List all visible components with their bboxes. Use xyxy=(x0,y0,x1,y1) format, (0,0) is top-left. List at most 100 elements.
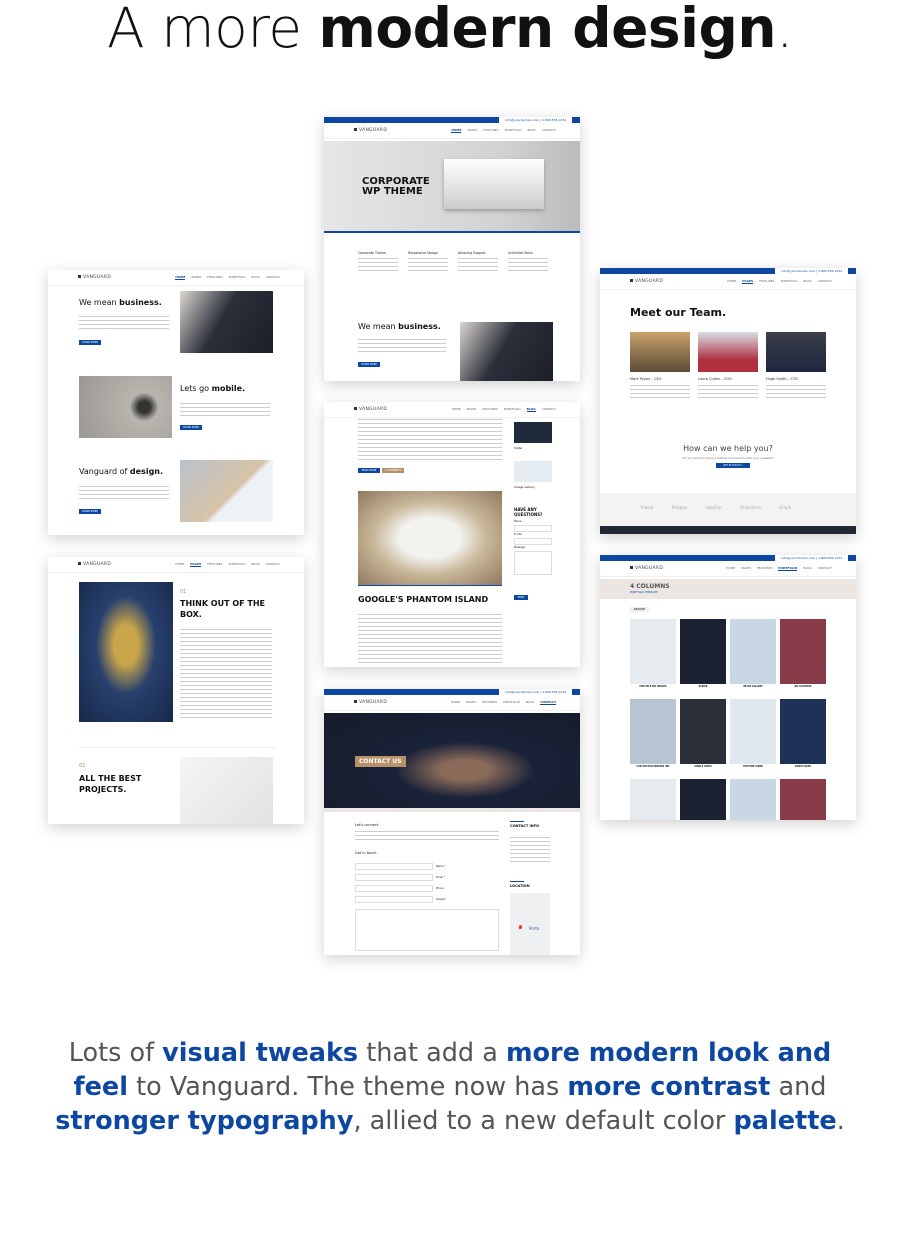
nav-item-pages[interactable]: PAGES xyxy=(467,407,477,412)
nav-item-blog[interactable]: BLOG xyxy=(251,562,259,567)
nav-item-portfolio[interactable]: PORTFOLIO xyxy=(505,128,522,133)
form-label: Name * xyxy=(436,865,446,868)
nav-item-pages[interactable]: PAGES xyxy=(741,566,751,571)
nav-item-home[interactable]: HOME xyxy=(451,128,462,133)
portfolio-thumb[interactable] xyxy=(730,779,776,820)
nav-item-contact[interactable]: CONTACT xyxy=(818,279,832,284)
nav-item-features[interactable]: FEATURES xyxy=(757,566,772,571)
nav-item-home[interactable]: HOME xyxy=(175,562,184,567)
form-input[interactable] xyxy=(355,885,433,892)
portfolio-thumb[interactable] xyxy=(680,619,726,684)
nav-item-home[interactable]: HOME xyxy=(726,566,735,571)
nav-item-pages[interactable]: PAGES xyxy=(742,279,754,284)
nav-item-contact[interactable]: CONTACT xyxy=(266,275,280,280)
nav-item-portfolio[interactable]: PORTFOLIO xyxy=(778,566,798,571)
nav-item-features[interactable]: FEATURES xyxy=(207,562,222,567)
business-image xyxy=(460,322,553,381)
nav-item-features[interactable]: FEATURES xyxy=(482,407,497,412)
portfolio-thumb[interactable] xyxy=(730,619,776,684)
form-input[interactable] xyxy=(355,874,433,881)
footer xyxy=(600,526,856,534)
get-in-touch-button[interactable]: GET IN TOUCH » xyxy=(716,463,750,468)
nav-item-portfolio[interactable]: PORTFOLIO xyxy=(229,562,246,567)
nav-item-contact[interactable]: CONTACT xyxy=(266,562,280,567)
map[interactable] xyxy=(510,893,550,955)
post-image xyxy=(358,491,502,585)
body-text xyxy=(79,316,169,332)
portfolio-thumb[interactable] xyxy=(780,779,826,820)
filter-button[interactable]: BROWSE xyxy=(630,607,650,612)
nav-item-pages[interactable]: PAGES xyxy=(466,700,476,705)
nav-item-portfolio[interactable]: PORTFOLIO xyxy=(503,700,520,705)
team-title: Meet our Team. xyxy=(630,306,727,319)
name-input[interactable] xyxy=(514,525,552,532)
nav-item-blog[interactable]: BLOG xyxy=(251,275,259,280)
nav-item-home[interactable]: HOME xyxy=(727,279,736,284)
client-logo: Graph xyxy=(778,505,792,510)
screenshot-home: info@yourdomain.com | 1.800.555.1234 VAN… xyxy=(324,117,580,381)
topbar-contact: info@yourdomain.com | 1.800.555.1234 xyxy=(775,268,848,274)
form-input[interactable] xyxy=(355,896,433,903)
feature-item: Amazing Support xyxy=(458,251,498,272)
nav-item-home[interactable]: HOME xyxy=(175,275,186,280)
nav-item-portfolio[interactable]: PORTFOLIO xyxy=(504,407,521,412)
portfolio-thumb[interactable] xyxy=(730,699,776,764)
field-label: E-mail xyxy=(514,533,522,536)
nav-item-blog[interactable]: BLOG xyxy=(527,128,535,133)
learn-more-button[interactable]: LEARN MORE xyxy=(180,425,202,430)
site-header: VANGUARD HOME PAGES FEATURES PORTFOLIO BLOG CO… xyxy=(48,270,304,286)
logo: VANGUARD xyxy=(354,407,387,412)
map-pin-icon xyxy=(519,925,522,929)
read-more-button[interactable]: READ MORE xyxy=(358,468,380,473)
topbar: info@yourdomain.com | 1.800.555.1234 xyxy=(324,689,580,695)
contact-hero-title: CONTACT US xyxy=(355,756,406,767)
nav-item-pages[interactable]: PAGES xyxy=(190,562,202,567)
nav-item-features[interactable]: FEATURES xyxy=(483,128,498,133)
learn-more-button[interactable]: LEARN MORE xyxy=(79,340,101,345)
comments-button[interactable]: 0 COMMENTS xyxy=(382,468,404,473)
page-subtitle: PORTFOLIO TEMPLATE xyxy=(630,591,658,594)
desc-text: that add a xyxy=(358,1038,506,1068)
message-textarea[interactable] xyxy=(355,909,499,951)
location-title: LOCATION xyxy=(510,884,530,888)
nav-item-blog[interactable]: BLOG xyxy=(526,700,534,705)
title-text: Lets go xyxy=(180,384,212,393)
nav-item-blog[interactable]: BLOG xyxy=(803,566,811,571)
nav-item-contact[interactable]: CONTACT xyxy=(818,566,832,571)
form-input[interactable] xyxy=(355,863,433,870)
portfolio-thumb[interactable] xyxy=(630,779,676,820)
nav-item-pages[interactable]: PAGES xyxy=(191,275,201,280)
nav-item-portfolio[interactable]: PORTFOLIO xyxy=(229,275,246,280)
nav-item-blog[interactable]: BLOG xyxy=(803,279,811,284)
send-button[interactable]: SEND xyxy=(514,595,528,600)
portfolio-thumb[interactable] xyxy=(780,699,826,764)
learn-more-button[interactable]: LEARN MORE xyxy=(358,362,380,367)
e-mail-input[interactable] xyxy=(514,538,552,545)
feature-title: Responsive Design xyxy=(408,251,439,255)
nav-item-features[interactable]: FEATURES xyxy=(482,700,497,705)
portfolio-thumb[interactable] xyxy=(680,699,726,764)
portfolio-thumb[interactable] xyxy=(680,779,726,820)
nav-item-contact[interactable]: CONTACT xyxy=(542,407,556,412)
page-headline: A more modern design. xyxy=(0,0,900,60)
portfolio-thumb[interactable] xyxy=(780,619,826,684)
business-image xyxy=(180,291,273,353)
nav-item-blog[interactable]: BLOG xyxy=(526,407,536,412)
portfolio-thumb[interactable] xyxy=(630,699,676,764)
nav-item-contact[interactable]: CONTACT xyxy=(540,700,556,705)
message-input[interactable] xyxy=(514,551,552,575)
portfolio-thumb[interactable] xyxy=(630,619,676,684)
nav-item-features[interactable]: FEATURES xyxy=(207,275,222,280)
form-label: Phone xyxy=(436,887,444,890)
nav-item-contact[interactable]: CONTACT xyxy=(542,128,556,133)
nav-item-home[interactable]: HOME xyxy=(451,700,460,705)
learn-more-button[interactable]: LEARN MORE xyxy=(79,509,101,514)
sidebar-title: HAVE ANY QUESTIONS? xyxy=(514,507,543,517)
nav-item-pages[interactable]: PAGES xyxy=(467,128,477,133)
nav-item-features[interactable]: FEATURES xyxy=(759,279,774,284)
nav-item-home[interactable]: HOME xyxy=(452,407,461,412)
feature-text xyxy=(358,258,398,272)
nav-item-portfolio[interactable]: PORTFOLIO xyxy=(781,279,798,284)
hero-divider xyxy=(324,231,580,233)
screenshot-about: VANGUARD HOME PAGES FEATURES PORTFOLIO BLOG CO… xyxy=(48,557,304,824)
